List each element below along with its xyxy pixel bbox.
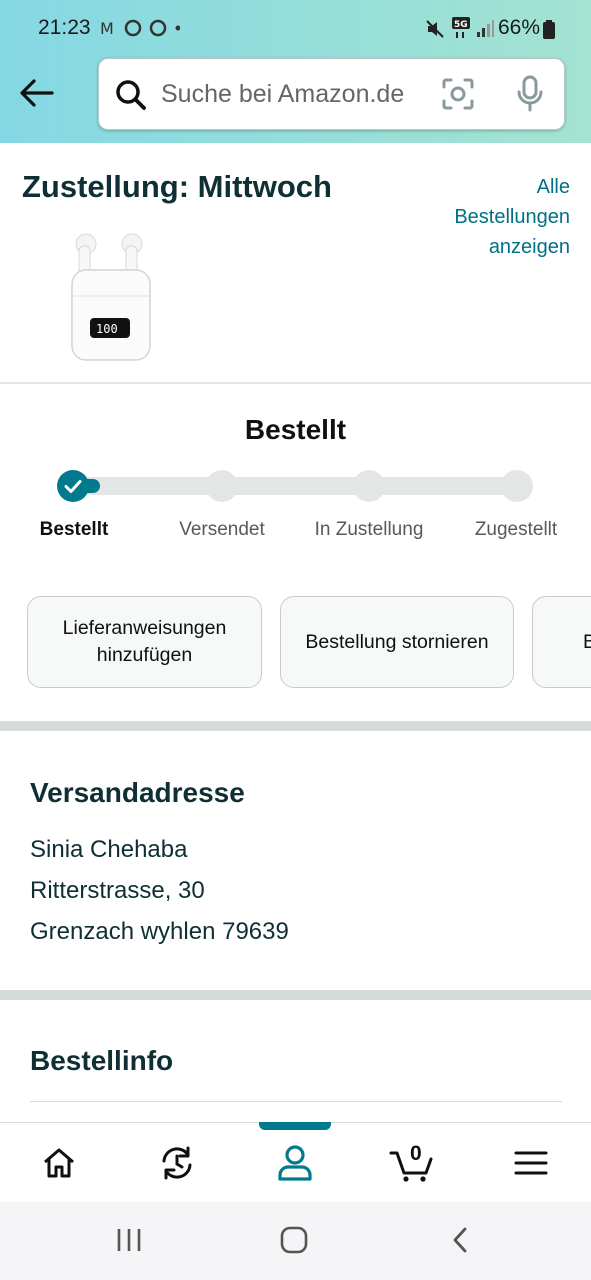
progress-step-ordered (57, 470, 89, 502)
nav-cart[interactable]: 0 (354, 1123, 472, 1203)
user-icon (278, 1145, 312, 1181)
notification-icons: M (100, 17, 181, 44)
home-circle-icon (280, 1226, 308, 1254)
back-button[interactable] (18, 76, 56, 110)
mute-icon (424, 18, 446, 45)
home-system-button[interactable] (280, 1226, 308, 1259)
order-info-heading[interactable]: Bestellinfo (30, 1045, 173, 1077)
section-divider (0, 382, 591, 384)
camera-search-icon[interactable] (441, 77, 475, 116)
step-label-ordered: Bestellt (39, 519, 109, 540)
status-time: 21:23 (38, 16, 91, 39)
add-delivery-instructions-button[interactable]: Lieferanweisungen hinzufügen (27, 596, 262, 688)
section-separator (0, 990, 591, 1000)
all-orders-link[interactable]: Alle Bestellungen anzeigen (420, 172, 570, 262)
step-label-delivered: Zugestellt (474, 519, 558, 540)
battery-icon (543, 20, 555, 44)
divider (30, 1101, 562, 1102)
search-bar[interactable] (98, 58, 565, 130)
cart-count-badge: 0 (410, 1142, 422, 1165)
microphone-icon[interactable] (515, 75, 545, 118)
address-city: Grenzach wyhlen 79639 (30, 918, 289, 945)
nav-menu[interactable] (472, 1123, 590, 1203)
progress-step-delivered (501, 470, 533, 502)
active-tab-indicator (259, 1122, 331, 1130)
checkmark-icon (64, 480, 82, 493)
product-image[interactable]: 100 (60, 230, 160, 365)
nav-home[interactable] (0, 1123, 118, 1203)
back-chevron-icon (453, 1227, 467, 1253)
home-icon (44, 1148, 74, 1178)
system-navigation-bar (0, 1202, 591, 1280)
battery-percent: 66% (498, 16, 541, 39)
nav-reorder[interactable] (118, 1123, 236, 1203)
back-system-button[interactable] (450, 1226, 470, 1259)
step-label-out-for-delivery: In Zustellung (314, 519, 424, 540)
cancel-order-button[interactable]: Bestellung stornieren (280, 596, 514, 688)
progress-track (74, 477, 518, 495)
svg-text:5G: 5G (454, 20, 468, 30)
shipping-address-heading: Versandadresse (30, 777, 245, 808)
address-name: Sinia Chehaba (30, 836, 188, 863)
hamburger-menu-icon (514, 1151, 548, 1175)
signal-icon (476, 18, 494, 43)
search-icon (115, 79, 147, 116)
reorder-icon (162, 1146, 192, 1180)
progress-step-out-for-delivery (353, 470, 385, 502)
arrow-left-icon (20, 79, 54, 107)
section-separator (0, 721, 591, 731)
svg-text:M: M (100, 19, 116, 38)
step-label-shipped: Versendet (179, 519, 265, 540)
svg-text:100: 100 (96, 322, 118, 336)
delivery-title: Zustellung: Mittwoch (22, 169, 332, 204)
search-input[interactable] (161, 59, 431, 129)
network-5g-icon: 5G (451, 16, 473, 45)
address-street: Ritterstrasse, 30 (30, 877, 205, 904)
recent-apps-icon (117, 1229, 141, 1251)
recent-apps-button[interactable] (116, 1227, 142, 1258)
nav-account[interactable] (236, 1123, 354, 1203)
more-action-button[interactable]: B (532, 596, 591, 688)
order-status-title: Bestellt (244, 414, 347, 445)
bottom-navigation: 0 (0, 1122, 591, 1203)
progress-step-shipped (206, 470, 238, 502)
